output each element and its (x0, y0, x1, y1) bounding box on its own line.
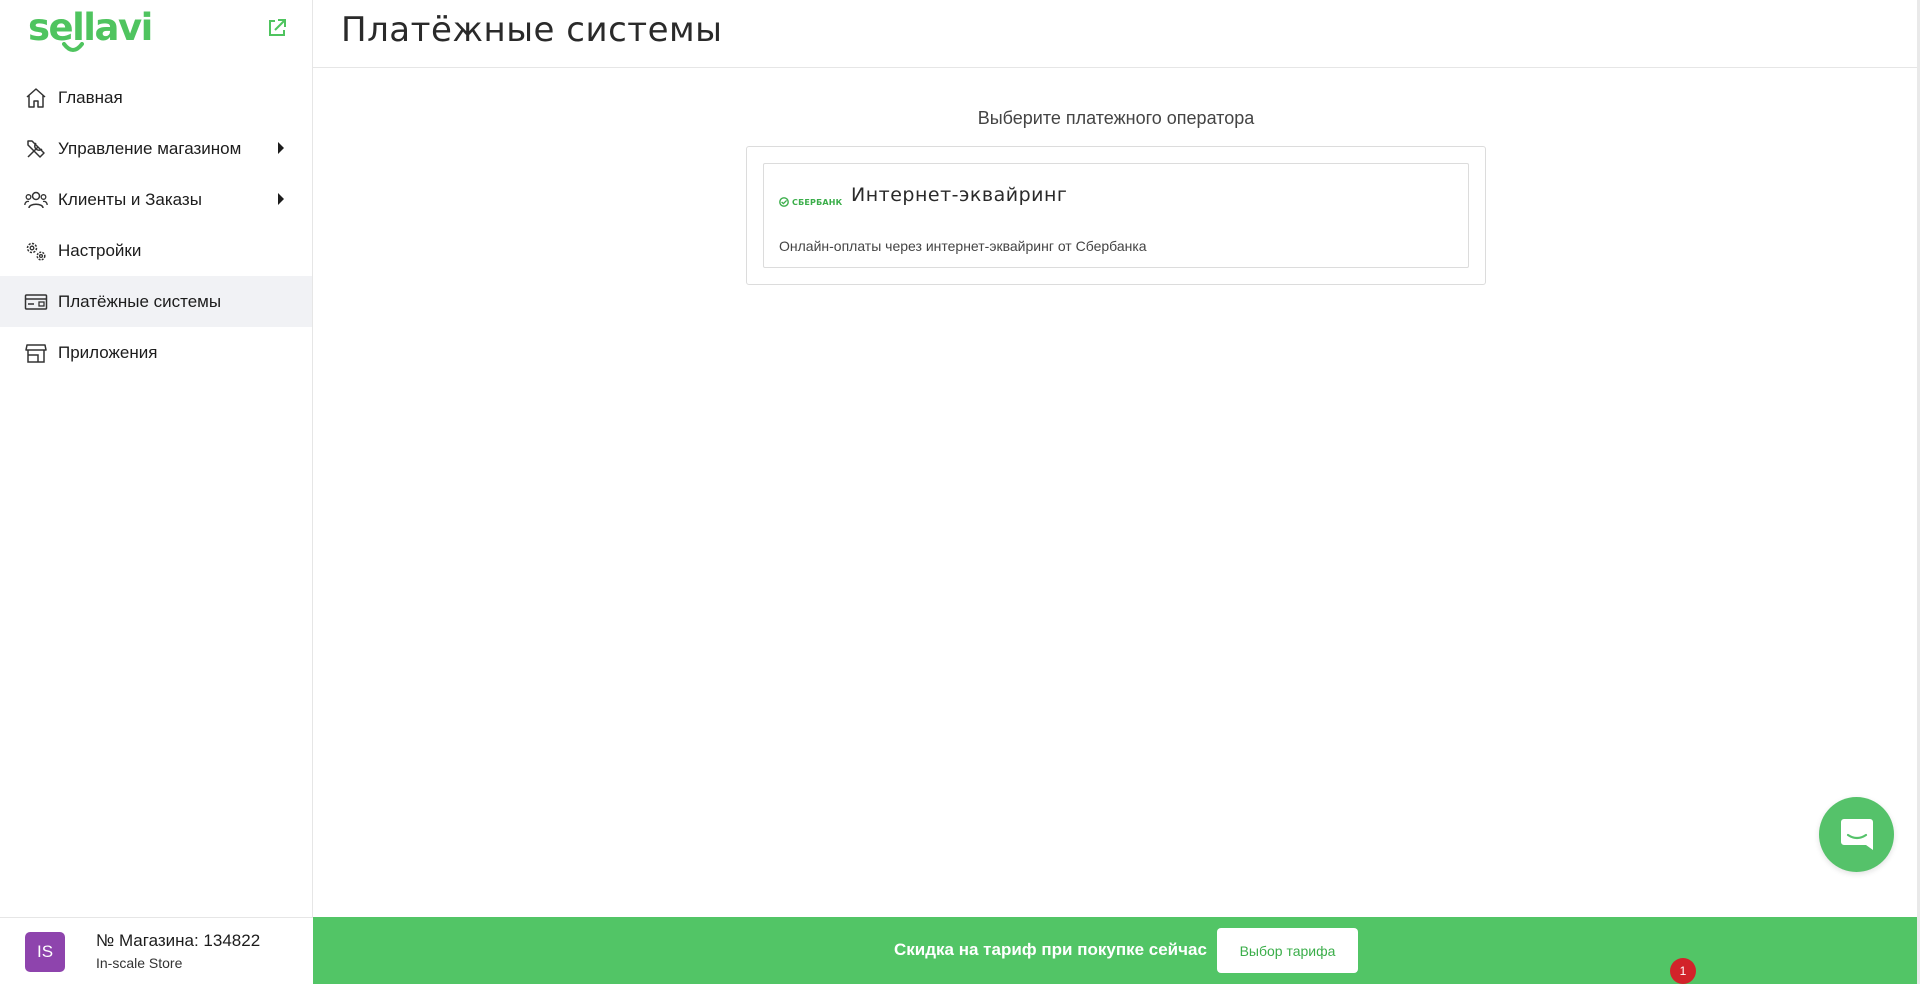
sidebar-item-apps[interactable]: Приложения (0, 327, 312, 378)
notification-badge[interactable]: 1 (1670, 958, 1696, 984)
external-link-icon[interactable] (266, 17, 288, 39)
page-title: Платёжные системы (341, 10, 723, 50)
logo-row: sellavi (0, 0, 313, 64)
chat-launcher-button[interactable] (1819, 797, 1894, 872)
sberbank-logo-text: СБЕРБАНК (792, 197, 843, 207)
promo-text: Скидка на тариф при покупке сейчас (894, 940, 1207, 959)
operator-title: Интернет-эквайринг (851, 184, 1068, 206)
caret-right-icon (278, 142, 284, 154)
chat-icon (1841, 819, 1873, 850)
sberbank-logo: СБЕРБАНК (779, 197, 842, 207)
sidebar-item-store-management[interactable]: Управление магазином (0, 123, 312, 174)
store-avatar[interactable]: IS (25, 932, 65, 972)
tools-icon (27, 139, 45, 158)
operator-card-sberbank[interactable]: СБЕРБАНК Интернет-эквайринг Онлайн-оплат… (763, 163, 1469, 268)
sidebar-item-label: Клиенты и Заказы (58, 189, 202, 209)
sberbank-logo-icon (779, 197, 789, 207)
store-info[interactable]: IS № Магазина: 134822 In-scale Store (0, 917, 313, 984)
logo-smile-icon (62, 42, 84, 52)
choose-tariff-button[interactable]: Выбор тарифа (1217, 928, 1358, 973)
sidebar-item-label: Главная (58, 87, 123, 107)
sidebar-item-label: Настройки (58, 240, 142, 260)
store-icon (25, 343, 47, 363)
gears-icon (26, 242, 46, 261)
sidebar-item-clients-orders[interactable]: Клиенты и Заказы (0, 174, 312, 225)
payment-card-icon (24, 293, 48, 310)
sidebar-item-settings[interactable]: Настройки (0, 225, 312, 276)
page-header: Платёжные системы (313, 0, 1920, 68)
sidebar-item-label: Управление магазином (58, 138, 242, 158)
sidebar-item-label: Приложения (58, 342, 158, 362)
store-name: In-scale Store (96, 955, 183, 971)
section-label: Выберите платежного оператора (977, 108, 1255, 128)
sidebar-item-home[interactable]: Главная (0, 72, 312, 123)
sellavi-logo[interactable]: sellavi (28, 6, 153, 50)
operator-description: Онлайн-оплаты через интернет-эквайринг о… (779, 238, 1147, 254)
users-icon (24, 191, 48, 208)
sidebar-nav: Главная Управление магазином Клиенты и З… (0, 72, 312, 378)
store-number: № Магазина: 134822 (96, 931, 261, 950)
home-icon (26, 87, 46, 108)
operator-list: СБЕРБАНК Интернет-эквайринг Онлайн-оплат… (746, 146, 1486, 285)
sidebar-item-payment-systems[interactable]: Платёжные системы (0, 276, 312, 327)
sidebar: sellavi Главная Управление магазином Кли… (0, 0, 313, 984)
caret-right-icon (278, 193, 284, 205)
sidebar-item-label: Платёжные системы (58, 291, 222, 311)
